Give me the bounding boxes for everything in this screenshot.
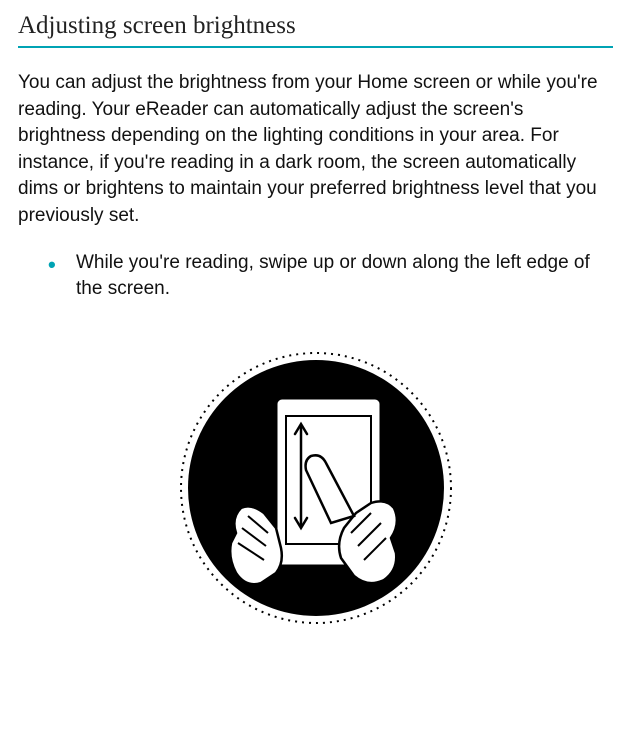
- illustration-container: [18, 348, 613, 628]
- bullet-item: While you're reading, swipe up or down a…: [48, 250, 613, 303]
- bullet-list: While you're reading, swipe up or down a…: [18, 250, 613, 303]
- intro-paragraph: You can adjust the brightness from your …: [18, 70, 613, 230]
- swipe-gesture-illustration: [176, 348, 456, 628]
- section-title: Adjusting screen brightness: [18, 12, 613, 48]
